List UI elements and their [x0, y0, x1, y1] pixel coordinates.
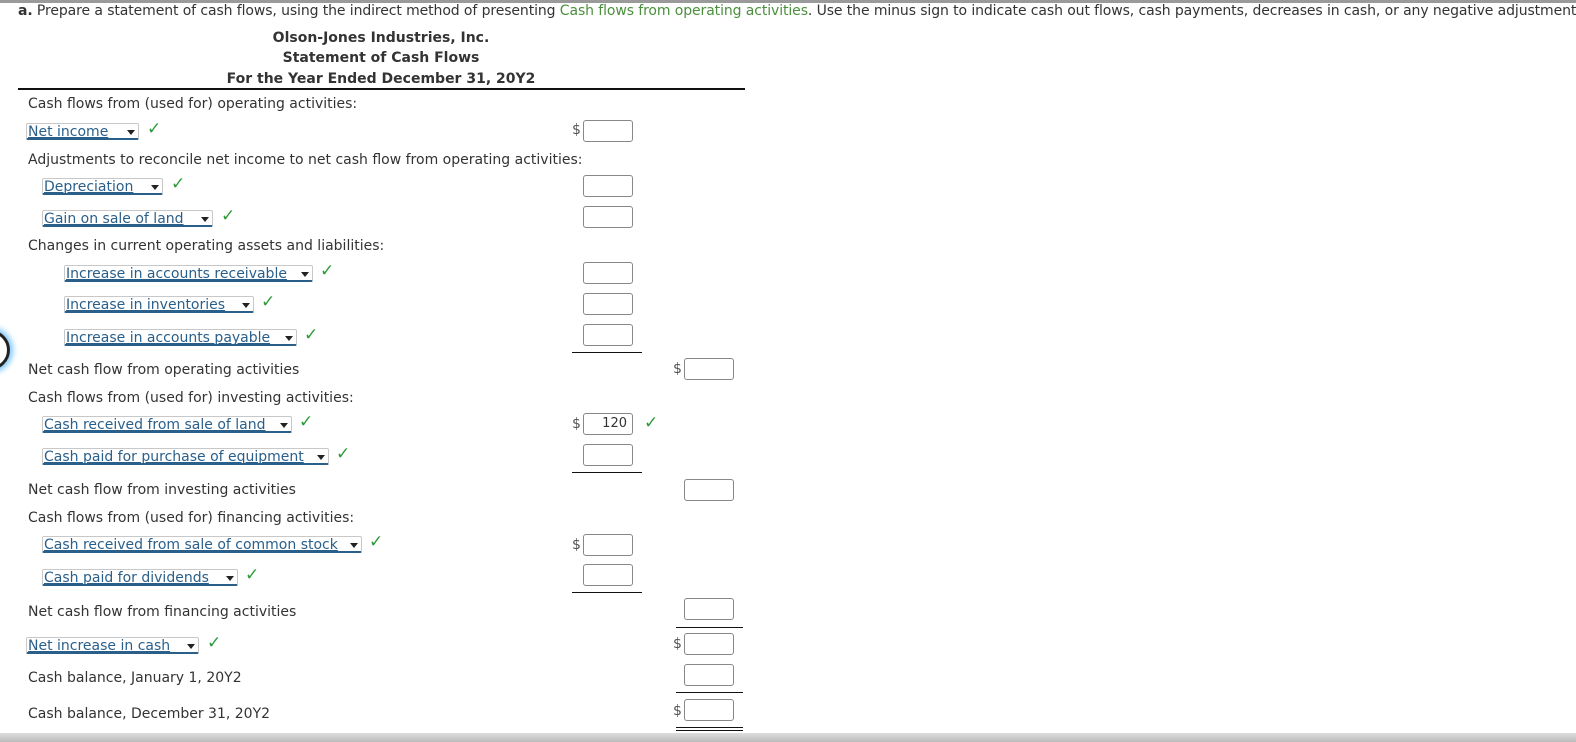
subtotal-rule — [676, 627, 743, 628]
chevron-down-icon — [151, 185, 159, 190]
sale-of-land-dropdown[interactable]: Cash received from sale of land — [42, 416, 292, 433]
net-financing-input[interactable] — [684, 598, 734, 620]
instruction-text: a. Prepare a statement of cash flows, us… — [18, 3, 1576, 19]
adjustments-label: Adjustments to reconcile net income to n… — [28, 152, 583, 168]
chevron-down-icon — [301, 272, 309, 277]
sale-of-land-input[interactable]: 120 — [583, 413, 633, 435]
beginning-balance-input[interactable] — [684, 664, 734, 686]
net-operating-label: Net cash flow from operating activities — [28, 362, 300, 378]
statement-period: For the Year Ended December 31, 20Y2 — [226, 71, 536, 87]
chevron-down-icon — [280, 423, 288, 428]
net-income-input[interactable] — [583, 120, 633, 142]
check-icon: ✓ — [369, 532, 384, 552]
chevron-down-icon — [127, 130, 135, 135]
double-rule-bottom — [676, 730, 743, 731]
gain-on-sale-input[interactable] — [583, 206, 633, 228]
dividends-dropdown[interactable]: Cash paid for dividends — [42, 569, 238, 586]
chevron-down-icon — [350, 543, 358, 548]
chevron-down-icon — [201, 217, 209, 222]
net-investing-label: Net cash flow from investing activities — [28, 482, 296, 498]
check-icon: ✓ — [304, 325, 319, 345]
subtotal-rule — [572, 592, 642, 593]
chevron-down-icon — [226, 576, 234, 581]
net-operating-input[interactable] — [684, 358, 734, 380]
net-change-input[interactable] — [684, 633, 734, 655]
dollar-sign: $ — [673, 636, 682, 652]
net-investing-input[interactable] — [684, 479, 734, 501]
net-change-dropdown[interactable]: Net increase in cash — [26, 637, 199, 654]
subtotal-rule — [572, 352, 642, 353]
dollar-sign: $ — [673, 703, 682, 719]
chevron-down-icon — [242, 303, 250, 308]
company-name: Olson-Jones Industries, Inc. — [272, 30, 490, 46]
subtotal-rule — [572, 472, 642, 473]
instruction-highlight: Cash flows from operating activities — [559, 3, 808, 19]
bottom-scroll-edge — [0, 733, 1576, 742]
check-icon: ✓ — [644, 413, 659, 433]
dividends-input[interactable] — [583, 564, 633, 586]
investing-section-label: Cash flows from (used for) investing act… — [28, 390, 354, 406]
accounts-receivable-input[interactable] — [583, 262, 633, 284]
financing-section-label: Cash flows from (used for) financing act… — [28, 510, 355, 526]
beginning-balance-label: Cash balance, January 1, 20Y2 — [28, 670, 242, 686]
net-income-dropdown[interactable]: Net income — [26, 123, 139, 140]
check-icon: ✓ — [261, 292, 276, 312]
accounts-payable-input[interactable] — [583, 324, 633, 346]
accounts-payable-dropdown[interactable]: Increase in accounts payable — [64, 329, 297, 346]
operating-section-label: Cash flows from (used for) operating act… — [28, 96, 358, 112]
check-icon: ✓ — [147, 119, 162, 139]
sale-of-stock-dropdown[interactable]: Cash received from sale of common stock — [42, 536, 362, 553]
changes-label: Changes in current operating assets and … — [28, 238, 385, 254]
sale-of-stock-input[interactable] — [583, 534, 633, 556]
chevron-down-icon — [317, 455, 325, 460]
check-icon: ✓ — [320, 261, 335, 281]
check-icon: ✓ — [336, 444, 351, 464]
header-divider — [18, 88, 745, 90]
dollar-sign: $ — [572, 416, 581, 432]
double-rule-top — [676, 727, 743, 728]
inventories-dropdown[interactable]: Increase in inventories — [64, 296, 254, 313]
depreciation-dropdown[interactable]: Depreciation — [42, 178, 163, 195]
check-icon: ✓ — [245, 565, 260, 585]
ending-balance-input[interactable] — [684, 699, 734, 721]
dollar-sign: $ — [572, 537, 581, 553]
focus-ring-indicator — [0, 330, 10, 370]
net-financing-label: Net cash flow from financing activities — [28, 604, 297, 620]
ending-balance-label: Cash balance, December 31, 20Y2 — [28, 706, 271, 722]
check-icon: ✓ — [207, 633, 222, 653]
inventories-input[interactable] — [583, 293, 633, 315]
dollar-sign: $ — [572, 122, 581, 138]
chevron-down-icon — [187, 644, 195, 649]
purchase-equipment-input[interactable] — [583, 444, 633, 466]
dollar-sign: $ — [673, 361, 682, 377]
subtotal-rule — [676, 692, 743, 693]
check-icon: ✓ — [221, 206, 236, 226]
accounts-receivable-dropdown[interactable]: Increase in accounts receivable — [64, 265, 313, 282]
depreciation-input[interactable] — [583, 175, 633, 197]
statement-title: Statement of Cash Flows — [282, 50, 480, 66]
gain-on-sale-dropdown[interactable]: Gain on sale of land — [42, 210, 213, 227]
purchase-equipment-dropdown[interactable]: Cash paid for purchase of equipment — [42, 448, 329, 465]
chevron-down-icon — [285, 336, 293, 341]
check-icon: ✓ — [171, 174, 186, 194]
part-label: a. — [18, 3, 33, 19]
check-icon: ✓ — [299, 412, 314, 432]
